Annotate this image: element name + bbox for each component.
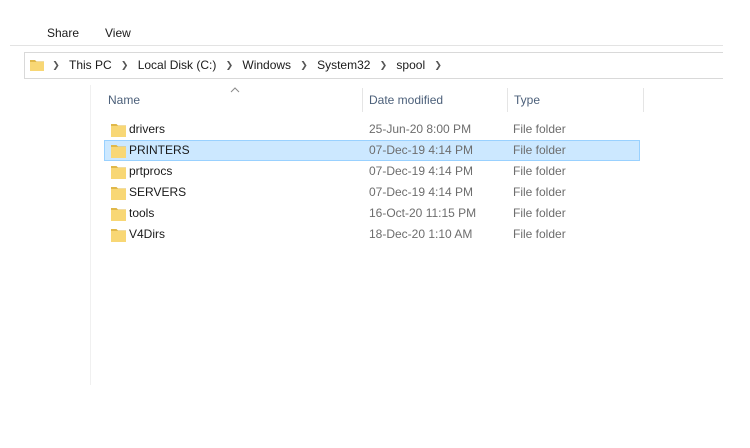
folder-icon [111,145,126,158]
folder-icon [111,229,126,242]
breadcrumb: ❯ This PC ❯ Local Disk (C:) ❯ Windows ❯ … [47,53,447,78]
column-header-type[interactable]: Type [508,88,643,112]
file-name: SERVERS [129,185,187,199]
breadcrumb-local-disk[interactable]: Local Disk (C:) [134,53,221,78]
file-name: V4Dirs [129,227,166,241]
table-row[interactable]: SERVERS 07-Dec-19 4:14 PM File folder [104,182,640,203]
file-date-modified: 07-Dec-19 4:14 PM [369,143,474,157]
folder-icon [111,187,126,200]
column-header-date[interactable]: Date modified [363,88,507,112]
ribbon-tab-share[interactable]: Share [47,26,79,40]
table-row[interactable]: tools 16-Oct-20 11:15 PM File folder [104,203,640,224]
file-name: drivers [129,122,166,136]
file-type: File folder [513,143,566,157]
file-type: File folder [513,122,566,136]
chevron-right-icon[interactable]: ❯ [116,53,134,78]
table-row[interactable]: drivers 25-Jun-20 8:00 PM File folder [104,119,640,140]
file-name: tools [129,206,155,220]
file-date-modified: 07-Dec-19 4:14 PM [369,164,474,178]
file-type: File folder [513,227,566,241]
file-name: prtprocs [129,164,173,178]
chevron-right-icon[interactable]: ❯ [429,53,447,78]
file-date-modified: 18-Dec-20 1:10 AM [369,227,473,241]
file-type: File folder [513,206,566,220]
table-row[interactable]: V4Dirs 18-Dec-20 1:10 AM File folder [104,224,640,245]
chevron-right-icon[interactable]: ❯ [47,53,65,78]
chevron-right-icon[interactable]: ❯ [220,53,238,78]
file-type: File folder [513,164,566,178]
address-bar[interactable]: ❯ This PC ❯ Local Disk (C:) ❯ Windows ❯ … [24,52,723,79]
column-header-name[interactable]: Name [102,88,362,112]
breadcrumb-windows[interactable]: Windows [238,53,295,78]
breadcrumb-spool[interactable]: spool [392,53,429,78]
chevron-right-icon[interactable]: ❯ [374,53,392,78]
column-divider[interactable] [643,88,644,112]
ribbon-tab-view[interactable]: View [105,26,131,40]
folder-icon [30,60,44,71]
folder-icon [111,124,126,137]
file-date-modified: 07-Dec-19 4:14 PM [369,185,474,199]
breadcrumb-system32[interactable]: System32 [313,53,374,78]
file-type: File folder [513,185,566,199]
ribbon: Share View [10,0,723,46]
file-date-modified: 25-Jun-20 8:00 PM [369,122,472,136]
table-row[interactable]: prtprocs 07-Dec-19 4:14 PM File folder [104,161,640,182]
file-name: PRINTERS [129,143,190,157]
folder-icon [111,208,126,221]
table-row[interactable]: PRINTERS 07-Dec-19 4:14 PM File folder [104,140,640,161]
breadcrumb-this-pc[interactable]: This PC [65,53,116,78]
chevron-right-icon[interactable]: ❯ [295,53,313,78]
file-date-modified: 16-Oct-20 11:15 PM [369,206,477,220]
folder-icon [111,166,126,179]
